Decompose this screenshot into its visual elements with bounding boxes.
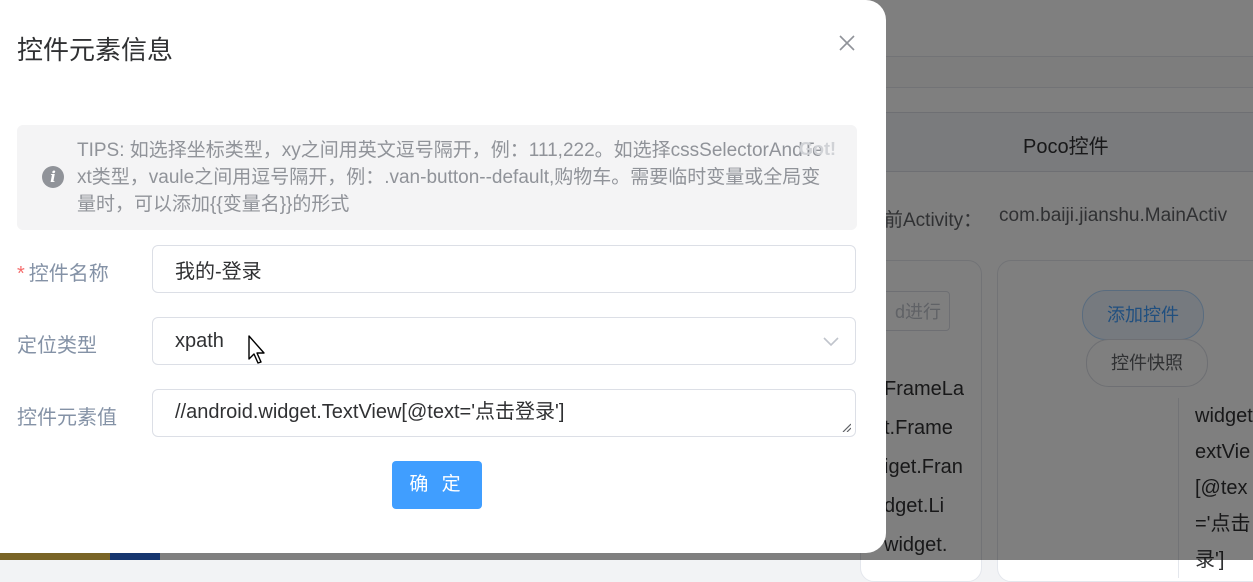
element-value-textarea[interactable]: //android.widget.TextView[@text='点击登录'] xyxy=(152,389,856,437)
locator-type-value: xpath xyxy=(175,330,224,352)
tips-text: TIPS: 如选择坐标类型，xy之间用英文逗号隔开，例：111,222。如选择c… xyxy=(77,140,823,215)
name-label-text: 控件名称 xyxy=(28,263,109,285)
element-value-text: //android.widget.TextView[@text='点击登录'] xyxy=(175,401,565,423)
tips-alert: i TIPS: 如选择坐标类型，xy之间用英文逗号隔开，例：111,222。如选… xyxy=(17,125,857,230)
tips-close-button[interactable]: Got! xyxy=(799,139,836,160)
chevron-down-icon xyxy=(823,337,839,347)
info-icon: i xyxy=(42,166,64,188)
mouse-cursor-icon xyxy=(248,335,265,364)
name-field-row: * 控件名称 xyxy=(17,245,857,293)
element-info-dialog: 控件元素信息 i TIPS: 如选择坐标类型，xy之间用英文逗号隔开，例：111… xyxy=(0,0,886,553)
dialog-title: 控件元素信息 xyxy=(17,35,174,65)
close-icon[interactable] xyxy=(836,32,858,54)
locator-type-label: 定位类型 xyxy=(17,335,97,357)
control-name-input[interactable] xyxy=(152,245,856,293)
resize-handle-icon[interactable] xyxy=(841,422,851,432)
name-label: * 控件名称 xyxy=(17,257,109,286)
element-value-label: 控件元素值 xyxy=(17,407,117,429)
confirm-button[interactable]: 确 定 xyxy=(392,461,482,509)
required-mark: * xyxy=(17,263,25,285)
locator-type-row: 定位类型 xpath xyxy=(17,317,857,365)
element-value-row: 控件元素值 //android.widget.TextView[@text='点… xyxy=(17,389,857,437)
